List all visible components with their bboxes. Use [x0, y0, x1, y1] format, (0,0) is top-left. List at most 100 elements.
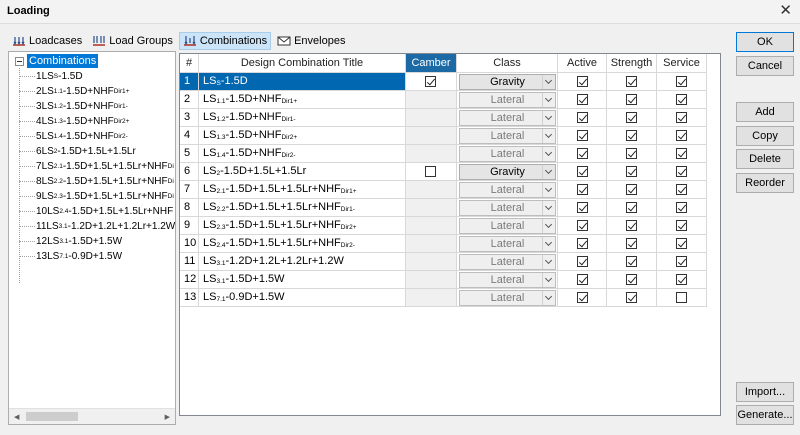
class-cell[interactable]: Lateral: [457, 199, 558, 217]
column-header-camber[interactable]: Camber: [406, 54, 457, 73]
class-dropdown[interactable]: Lateral: [459, 236, 556, 252]
strength-checkbox[interactable]: [626, 166, 637, 177]
reorder-button[interactable]: Reorder: [736, 173, 794, 193]
table-row[interactable]: 2 LS1.1-1.5D+NHFDir1+ Lateral: [180, 91, 720, 109]
chevron-down-icon[interactable]: [542, 255, 554, 269]
class-dropdown[interactable]: Lateral: [459, 200, 556, 216]
table-row[interactable]: 8 LS2.2-1.5D+1.5L+1.5Lr+NHFDir1- Lateral: [180, 199, 720, 217]
service-checkbox[interactable]: [676, 76, 687, 87]
camber-checkbox[interactable]: [425, 76, 436, 87]
active-checkbox[interactable]: [577, 274, 588, 285]
class-cell[interactable]: Lateral: [457, 217, 558, 235]
service-checkbox[interactable]: [676, 256, 687, 267]
class-dropdown[interactable]: Lateral: [459, 254, 556, 270]
service-checkbox[interactable]: [676, 148, 687, 159]
combination-title-cell[interactable]: LSS-1.5D: [199, 73, 406, 91]
table-row[interactable]: 10 LS2.4-1.5D+1.5L+1.5Lr+NHFDir2- Lateral: [180, 235, 720, 253]
scroll-right-icon[interactable]: ▶: [165, 413, 170, 421]
chevron-down-icon[interactable]: [542, 237, 554, 251]
add-button[interactable]: Add: [736, 102, 794, 122]
service-checkbox[interactable]: [676, 94, 687, 105]
active-checkbox[interactable]: [577, 256, 588, 267]
tree-item[interactable]: 6 LS 2 -1.5D+1.5L+1.5Lr: [19, 144, 175, 159]
chevron-down-icon[interactable]: [542, 291, 554, 305]
active-checkbox[interactable]: [577, 238, 588, 249]
combination-title-cell[interactable]: LS2.4-1.5D+1.5L+1.5Lr+NHFDir2-: [199, 235, 406, 253]
combination-title-cell[interactable]: LS2.1-1.5D+1.5L+1.5Lr+NHFDir1+: [199, 181, 406, 199]
table-row[interactable]: 13 LS7.1-0.9D+1.5W Lateral: [180, 289, 720, 307]
tree-item[interactable]: 12 LS 3.1 -1.5D+1.5W: [19, 234, 175, 249]
chevron-down-icon[interactable]: [542, 183, 554, 197]
horizontal-scrollbar[interactable]: ◀ ▶: [9, 408, 175, 424]
tree-item[interactable]: 9 LS 2.3 -1.5D+1.5L+1.5Lr+NHF Di: [19, 189, 175, 204]
tree-item[interactable]: 13 LS 7.1 -0.9D+1.5W: [19, 249, 175, 264]
combinations-tree[interactable]: Combinations 1 LS S -1.5D 2 LS 1.1 -1.5D+NHF D…: [8, 51, 176, 425]
strength-checkbox[interactable]: [626, 274, 637, 285]
class-cell[interactable]: Lateral: [457, 253, 558, 271]
tab-loadcases[interactable]: Loadcases: [8, 32, 86, 50]
chevron-down-icon[interactable]: [542, 147, 554, 161]
service-checkbox[interactable]: [676, 166, 687, 177]
chevron-down-icon[interactable]: [542, 75, 554, 89]
generate-button[interactable]: Generate...: [736, 405, 794, 425]
combination-title-cell[interactable]: LS3.1-1.5D+1.5W: [199, 271, 406, 289]
table-row[interactable]: 7 LS2.1-1.5D+1.5L+1.5Lr+NHFDir1+ Lateral: [180, 181, 720, 199]
table-row[interactable]: 1 LSS-1.5D Gravity: [180, 73, 720, 91]
active-checkbox[interactable]: [577, 130, 588, 141]
strength-checkbox[interactable]: [626, 148, 637, 159]
class-cell[interactable]: Lateral: [457, 181, 558, 199]
copy-button[interactable]: Copy: [736, 126, 794, 146]
class-dropdown[interactable]: Lateral: [459, 182, 556, 198]
active-checkbox[interactable]: [577, 184, 588, 195]
class-dropdown[interactable]: Lateral: [459, 272, 556, 288]
class-dropdown[interactable]: Gravity: [459, 74, 556, 90]
class-cell[interactable]: Lateral: [457, 91, 558, 109]
active-checkbox[interactable]: [577, 292, 588, 303]
tree-item[interactable]: 5 LS 1.4 -1.5D+NHF Dir2-: [19, 129, 175, 144]
active-checkbox[interactable]: [577, 76, 588, 87]
class-cell[interactable]: Lateral: [457, 109, 558, 127]
active-checkbox[interactable]: [577, 220, 588, 231]
table-row[interactable]: 4 LS1.3-1.5D+NHFDir2+ Lateral: [180, 127, 720, 145]
class-dropdown[interactable]: Lateral: [459, 92, 556, 108]
strength-checkbox[interactable]: [626, 292, 637, 303]
class-dropdown[interactable]: Gravity: [459, 164, 556, 180]
collapse-icon[interactable]: [15, 56, 24, 66]
tree-item[interactable]: 10 LS 2.4 -1.5D+1.5L+1.5Lr+NHF: [19, 204, 175, 219]
service-checkbox[interactable]: [676, 130, 687, 141]
combination-title-cell[interactable]: LS1.3-1.5D+NHFDir2+: [199, 127, 406, 145]
active-checkbox[interactable]: [577, 148, 588, 159]
class-dropdown[interactable]: Lateral: [459, 110, 556, 126]
table-row[interactable]: 6 LS2-1.5D+1.5L+1.5Lr Gravity: [180, 163, 720, 181]
tab-load-groups[interactable]: Load Groups: [88, 32, 177, 50]
tree-item[interactable]: 1 LS S -1.5D: [19, 69, 175, 84]
chevron-down-icon[interactable]: [542, 93, 554, 107]
import-button[interactable]: Import...: [736, 382, 794, 402]
chevron-down-icon[interactable]: [542, 219, 554, 233]
combination-title-cell[interactable]: LS7.1-0.9D+1.5W: [199, 289, 406, 307]
strength-checkbox[interactable]: [626, 76, 637, 87]
chevron-down-icon[interactable]: [542, 165, 554, 179]
table-row[interactable]: 5 LS1.4-1.5D+NHFDir2- Lateral: [180, 145, 720, 163]
class-cell[interactable]: Lateral: [457, 127, 558, 145]
tab-envelopes[interactable]: Envelopes: [273, 32, 349, 50]
class-cell[interactable]: Gravity: [457, 73, 558, 91]
class-dropdown[interactable]: Lateral: [459, 218, 556, 234]
service-checkbox[interactable]: [676, 238, 687, 249]
camber-cell[interactable]: [406, 73, 457, 91]
combination-title-cell[interactable]: LS2.2-1.5D+1.5L+1.5Lr+NHFDir1-: [199, 199, 406, 217]
tree-item[interactable]: 3 LS 1.2 -1.5D+NHF Dir1-: [19, 99, 175, 114]
class-dropdown[interactable]: Lateral: [459, 290, 556, 306]
service-checkbox[interactable]: [676, 184, 687, 195]
camber-cell[interactable]: [406, 163, 457, 181]
tree-item[interactable]: 4 LS 1.3 -1.5D+NHF Dir2+: [19, 114, 175, 129]
table-row[interactable]: 12 LS3.1-1.5D+1.5W Lateral: [180, 271, 720, 289]
camber-checkbox[interactable]: [425, 166, 436, 177]
active-checkbox[interactable]: [577, 112, 588, 123]
table-row[interactable]: 9 LS2.3-1.5D+1.5L+1.5Lr+NHFDir2+ Lateral: [180, 217, 720, 235]
combination-title-cell[interactable]: LS1.4-1.5D+NHFDir2-: [199, 145, 406, 163]
tab-combinations[interactable]: Combinations: [178, 32, 272, 50]
strength-checkbox[interactable]: [626, 256, 637, 267]
chevron-down-icon[interactable]: [542, 111, 554, 125]
combination-title-cell[interactable]: LS2-1.5D+1.5L+1.5Lr: [199, 163, 406, 181]
